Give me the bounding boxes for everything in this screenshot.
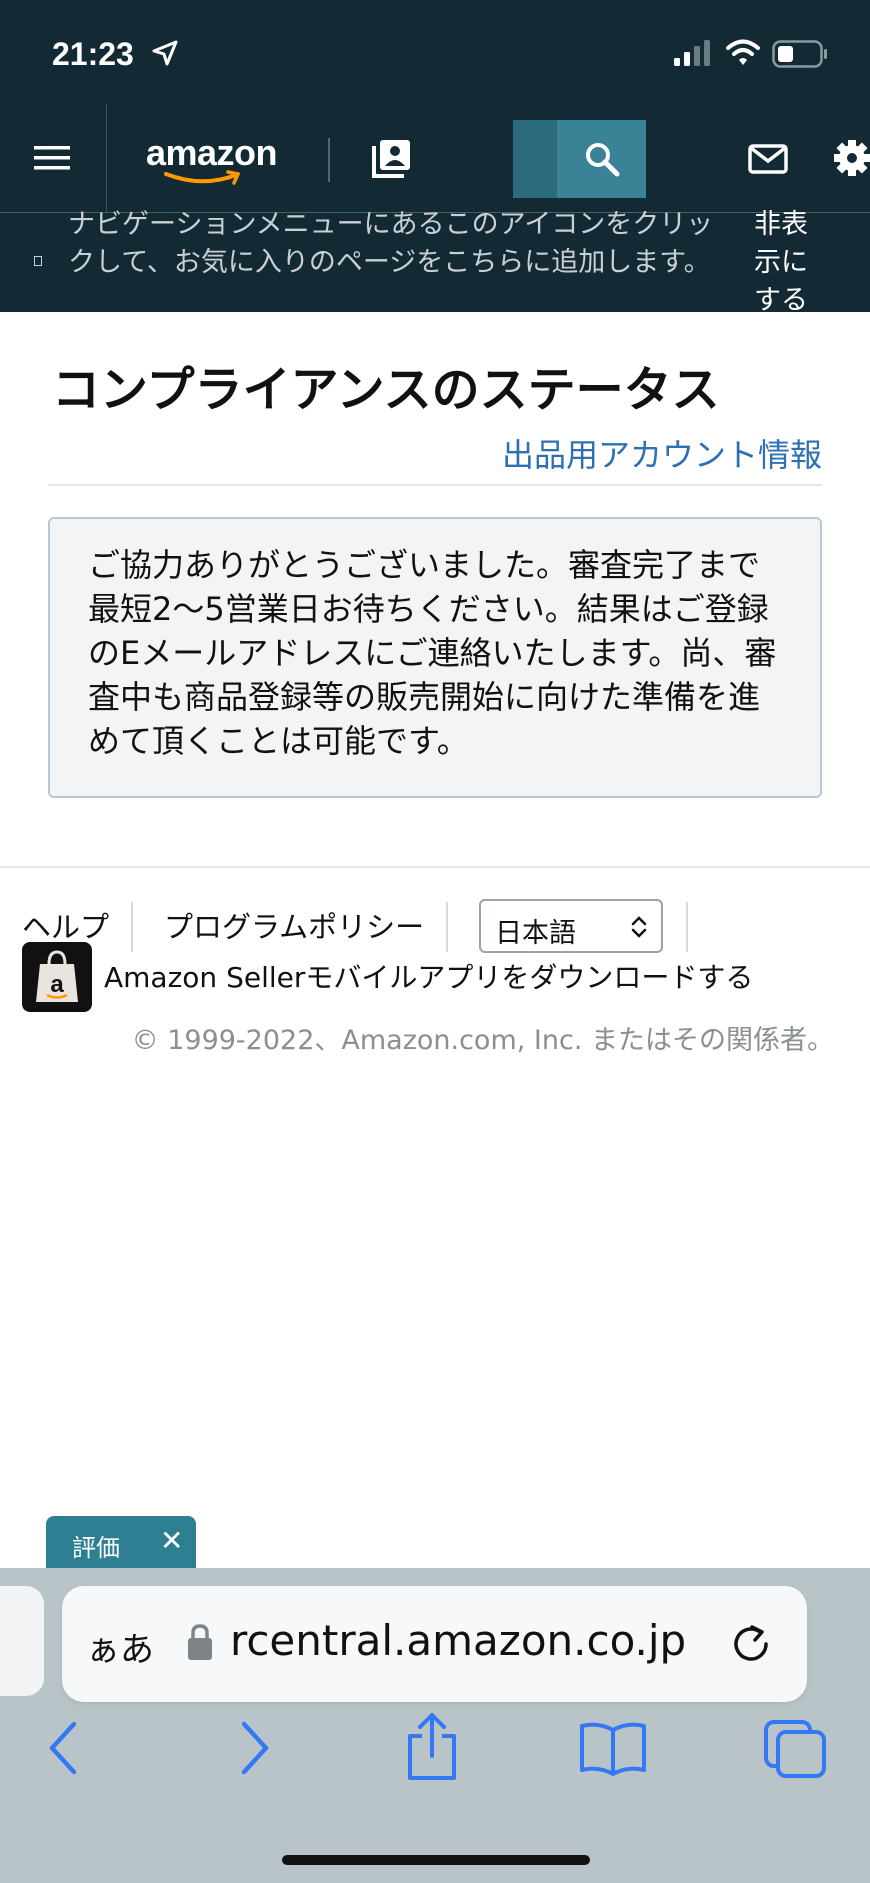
shopping-bag-icon: a — [36, 950, 78, 1002]
smile-arrow-icon — [164, 170, 241, 185]
nav-divider — [106, 104, 107, 212]
logo-text: amazon — [146, 132, 278, 173]
account-info-link[interactable]: 出品用アカウント情報 — [502, 430, 822, 476]
footer-separator — [131, 902, 133, 952]
cellular-signal-icon — [674, 40, 710, 66]
browser-toolbar — [0, 1713, 870, 1818]
footer-divider — [0, 866, 870, 868]
page-settings-button[interactable]: ぁあ — [86, 1622, 154, 1671]
svg-text:a: a — [50, 971, 64, 998]
url-text[interactable]: rcentral.amazon.co.jp — [230, 1616, 735, 1665]
previous-tab-preview[interactable] — [0, 1586, 44, 1696]
feedback-label: 評価 — [72, 1534, 120, 1562]
notice-text: ご協力ありがとうございました。審査完了まで最短2～5営業日お待ちください。結果は… — [88, 546, 777, 760]
footer-separator — [686, 902, 688, 952]
top-nav: amazon — [0, 104, 870, 212]
bookmark-icon[interactable] — [372, 138, 412, 178]
banner-message: ナビゲーションメニューにあるこのアイコンをクリックして、お気に入りのページをこち… — [68, 209, 714, 278]
header-area: 21:23 amazon ナビゲーションメニューにあるこのアイコンをクリックして… — [0, 0, 870, 312]
chevron-up-down-icon — [631, 916, 647, 938]
page-title: コンプライアンスのステータス — [52, 362, 720, 418]
location-arrow-icon — [152, 40, 178, 66]
bookmarks-icon[interactable] — [578, 1718, 648, 1778]
reload-icon[interactable] — [730, 1622, 774, 1666]
amazon-logo[interactable]: amazon — [146, 132, 288, 185]
share-icon[interactable] — [404, 1712, 460, 1782]
help-link[interactable]: ヘルプ — [22, 904, 109, 946]
pin-icon — [34, 256, 42, 266]
forward-icon[interactable] — [236, 1718, 272, 1778]
tabs-icon[interactable] — [762, 1718, 828, 1780]
feedback-tab[interactable]: 評価 ✕ — [46, 1516, 196, 1568]
copyright-text: © 1999-2022、Amazon.com, Inc. またはその関係者。 — [131, 1025, 834, 1056]
gear-icon[interactable] — [832, 138, 870, 178]
battery-icon — [772, 40, 827, 68]
amazon-seller-app-icon[interactable]: a — [22, 942, 92, 1012]
download-app-link[interactable]: Amazon Sellerモバイルアプリをダウンロードする — [104, 956, 753, 996]
divider — [48, 484, 822, 486]
address-bar[interactable]: ぁあ rcentral.amazon.co.jp — [62, 1586, 807, 1702]
footer-separator — [446, 902, 448, 952]
close-icon[interactable]: ✕ — [160, 1524, 183, 1557]
hamburger-menu-icon[interactable] — [34, 144, 70, 172]
language-value: 日本語 — [495, 918, 576, 949]
lock-icon — [188, 1624, 212, 1660]
search-icon — [585, 143, 619, 177]
notice-box: ご協力ありがとうございました。審査完了まで最短2～5営業日お待ちください。結果は… — [48, 517, 822, 798]
program-policy-link[interactable]: プログラムポリシー — [164, 904, 424, 946]
status-time: 21:23 — [52, 36, 134, 72]
hide-banner-link[interactable]: 非表示にする — [754, 206, 824, 312]
favorites-hint-banner: ナビゲーションメニューにあるこのアイコンをクリックして、お気に入りのページをこち… — [0, 206, 870, 312]
home-indicator[interactable] — [282, 1855, 590, 1865]
nav-divider — [328, 138, 330, 182]
language-select[interactable]: 日本語 — [479, 899, 663, 953]
search-button[interactable] — [557, 120, 646, 198]
status-bar: 21:23 — [0, 0, 870, 110]
browser-bottom-bar: ぁあ rcentral.amazon.co.jp — [0, 1568, 870, 1883]
mail-icon[interactable] — [748, 144, 788, 174]
back-icon[interactable] — [46, 1718, 82, 1778]
wifi-icon — [726, 39, 760, 65]
